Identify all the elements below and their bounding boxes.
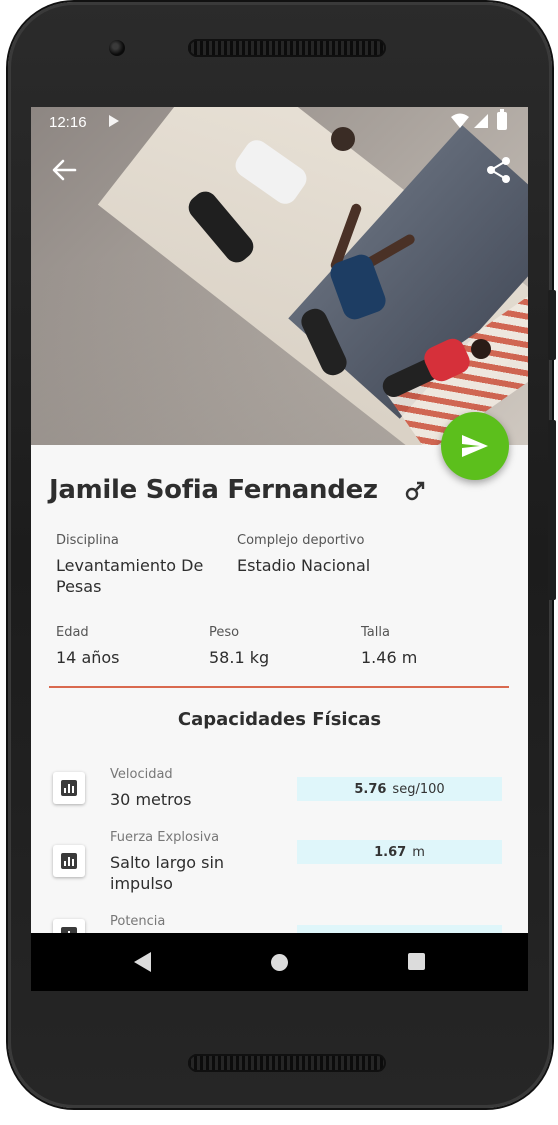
capacity-result: 1.67 m xyxy=(297,840,502,864)
result-unit: seg/100 xyxy=(392,781,445,797)
capacity-category: Fuerza Explosiva xyxy=(110,830,220,845)
capacity-category: Velocidad xyxy=(110,767,173,782)
capacity-test: Salto largo sin impulso xyxy=(110,853,225,893)
talla-value: 1.46 m xyxy=(361,648,418,667)
athlete-name: Jamile Sofia Fernandez xyxy=(49,475,378,505)
nav-back-icon[interactable] xyxy=(134,952,151,972)
result-value: 1.67 xyxy=(374,844,407,860)
edad-value: 14 años xyxy=(56,648,120,667)
capacity-category: Potencia xyxy=(110,914,166,929)
athlete-details: Jamile Sofia Fernandez Disciplina Levant… xyxy=(31,445,528,991)
top-speaker xyxy=(188,39,386,57)
volume-button xyxy=(548,420,556,600)
disciplina-value: Levantamiento De Pesas xyxy=(56,556,204,596)
bottom-speaker xyxy=(188,1054,386,1072)
peso-label: Peso xyxy=(209,625,240,640)
bar-chart-icon[interactable] xyxy=(53,845,85,877)
share-icon[interactable] xyxy=(486,156,512,184)
capacity-result: 5.76 seg/100 xyxy=(297,777,502,801)
status-bar: 12:16 xyxy=(31,107,528,135)
male-symbol-icon xyxy=(405,481,425,501)
power-button xyxy=(548,290,556,360)
nav-home-icon[interactable] xyxy=(271,954,288,971)
capacidades-title: Capacidades Físicas xyxy=(177,709,382,730)
result-unit: m xyxy=(412,844,425,860)
peso-value: 58.1 kg xyxy=(209,648,270,667)
complejo-value: Estadio Nacional xyxy=(237,556,371,575)
battery-icon xyxy=(497,109,507,130)
back-arrow-icon[interactable] xyxy=(51,158,77,182)
complejo-label: Complejo deportivo xyxy=(237,533,365,548)
capacity-test: 30 metros xyxy=(110,790,192,809)
play-store-icon xyxy=(109,115,119,127)
front-camera xyxy=(109,40,125,56)
nav-recents-icon[interactable] xyxy=(408,953,425,970)
section-divider xyxy=(49,686,509,688)
athlete-photo: 12:16 xyxy=(31,107,528,445)
disciplina-label: Disciplina xyxy=(56,533,119,548)
talla-label: Talla xyxy=(361,625,390,640)
edad-label: Edad xyxy=(56,625,89,640)
bar-chart-icon[interactable] xyxy=(53,772,85,804)
navigation-bar xyxy=(31,933,528,991)
wifi-icon xyxy=(451,113,469,128)
status-time: 12:16 xyxy=(49,114,87,131)
result-value: 5.76 xyxy=(354,781,387,797)
screen: 12:16 Jamile Sofia Fernandez Disciplina … xyxy=(31,107,528,991)
signal-icon xyxy=(474,114,488,128)
